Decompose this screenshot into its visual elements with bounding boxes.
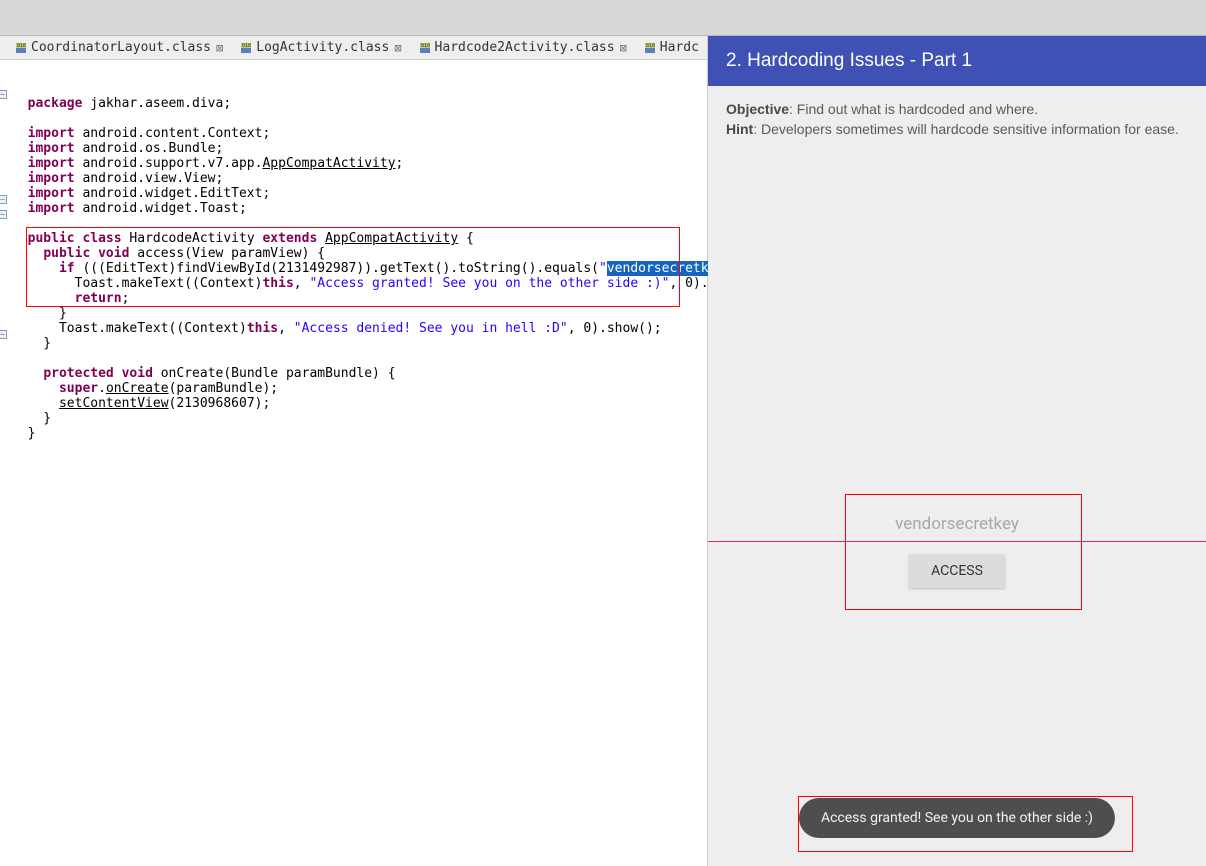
svg-text:010: 010 [421,43,430,49]
tab-label: CoordinatorLayout.class [31,40,211,55]
svg-text:010: 010 [242,43,251,49]
annotation-box [845,494,1082,610]
tab-logactivity[interactable]: 010 LogActivity.class ⊠ [233,38,407,57]
tab-hardcode2[interactable]: 010 Hardcode2Activity.class ⊠ [412,38,633,57]
emulator-pane: 2. Hardcoding Issues - Part 1 Objective:… [708,36,1206,866]
svg-text:010: 010 [17,43,26,49]
fold-icon[interactable]: − [0,90,7,99]
close-icon[interactable]: ⊠ [394,41,401,55]
svg-text:010: 010 [646,43,655,49]
app-title: 2. Hardcoding Issues - Part 1 [726,50,972,72]
class-file-icon: 010 [643,41,657,54]
hint-label: Hint [726,121,753,137]
class-file-icon: 010 [14,41,28,54]
close-icon[interactable]: ⊠ [620,41,627,55]
access-button[interactable]: ACCESS [909,554,1005,588]
code-content: package jakhar.aseem.diva; import androi… [12,96,699,441]
fold-icon[interactable]: − [0,210,7,219]
tab-label: Hardc [660,40,699,55]
editor-tabs: 010 CoordinatorLayout.class ⊠ 010 LogAct… [0,36,707,60]
toast-message: Access granted! See you on the other sid… [799,798,1115,838]
input-underline [708,541,1206,542]
fold-icon[interactable]: − [0,195,7,204]
tab-label: LogActivity.class [256,40,389,55]
class-file-icon: 010 [239,41,253,54]
top-toolbar [0,0,1206,36]
app-bar: 2. Hardcoding Issues - Part 1 [708,36,1206,86]
close-icon[interactable]: ⊠ [216,41,223,55]
code-editor[interactable]: package jakhar.aseem.diva; import androi… [0,60,707,866]
editor-pane: 010 CoordinatorLayout.class ⊠ 010 LogAct… [0,36,708,866]
tab-hardcode-active[interactable]: 010 Hardc [637,38,705,57]
objective-text: Objective: Find out what is hardcoded an… [726,100,1188,139]
fold-icon[interactable]: − [0,330,7,339]
secret-input[interactable]: vendorsecretkey [857,514,1057,534]
tab-coordinator[interactable]: 010 CoordinatorLayout.class ⊠ [8,38,229,57]
objective-label: Objective [726,101,789,117]
emulator-content: Objective: Find out what is hardcoded an… [708,86,1206,866]
tab-label: Hardcode2Activity.class [435,40,615,55]
class-file-icon: 010 [418,41,432,54]
